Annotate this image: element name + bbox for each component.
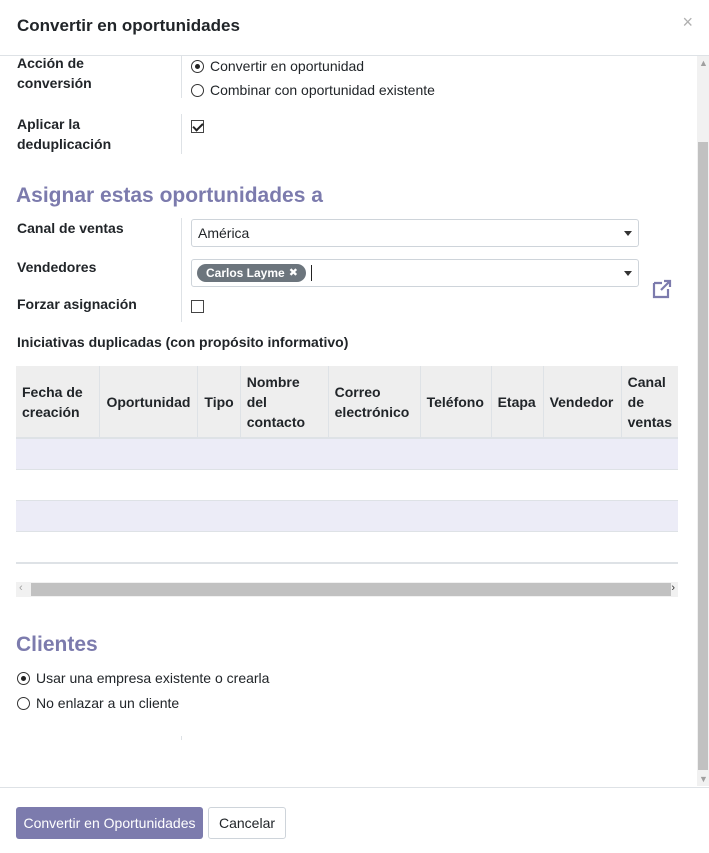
column-header-email[interactable]: Correo electrónico [328,366,421,439]
duplicates-title: Iniciativas duplicadas (con propósito in… [17,334,349,350]
column-header-text: Etapa [497,393,536,410]
dialog-title: Convertir en oportunidades [17,16,240,35]
salespeople-label: Vendedores [17,259,97,275]
table-row [16,500,678,532]
column-header-text: electrónico [334,403,410,420]
column-header-text: ventas [627,413,672,430]
radio-selected-icon[interactable] [17,671,30,685]
assign-section-title: Asignar estas oportunidades a [16,184,323,207]
table-cell [16,500,678,532]
radio-unselected-icon[interactable] [191,83,204,97]
scroll-down-icon[interactable]: ▼ [699,774,708,784]
horizontal-scrollbar[interactable]: ‹ › [16,582,678,597]
radio-no-customer-label: No enlazar a un cliente [36,695,180,711]
radio-existing-company-label: Usar una empresa existente o crearla [36,670,270,686]
table-row [16,438,678,470]
salesperson-tag-label: Carlos Layme [206,266,285,280]
sales-channel-label: Canal de ventas [17,220,124,236]
dialog-footer: Convertir en Oportunidades Cancelar [0,787,709,853]
radio-selected-icon[interactable] [191,59,204,73]
remove-tag-icon[interactable]: ✖ [289,264,298,282]
radio-existing-company[interactable]: Usar una empresa existente o crearla [17,670,269,686]
column-header-type[interactable]: Tipo [197,366,241,439]
cancel-button[interactable]: Cancelar [208,807,286,839]
field-separator [181,218,182,322]
conversion-action-label-line2: conversión [17,75,92,91]
chevron-down-icon[interactable] [624,271,632,276]
radio-no-customer[interactable]: No enlazar a un cliente [17,695,179,711]
column-header-phone[interactable]: Teléfono [420,366,492,439]
radio-convert-opportunity[interactable]: Convertir en oportunidad [191,58,364,74]
column-header-text: Oportunidad [106,393,191,410]
column-header-text: Nombre [246,373,300,390]
column-header-text: Canal [627,373,666,390]
vertical-scrollbar[interactable]: ▲ ▼ [697,56,709,786]
radio-merge-opportunity-label: Combinar con oportunidad existente [210,82,435,98]
column-header-contact-name[interactable]: Nombre del contacto [240,366,329,439]
column-header-salesperson[interactable]: Vendedor [543,366,622,439]
table-header-row: Fecha de creación Oportunidad Tipo Nombr… [16,366,678,439]
table-cell [16,469,678,501]
radio-merge-opportunity[interactable]: Combinar con oportunidad existente [191,82,435,98]
sales-channel-select[interactable]: América [191,219,639,247]
dedup-label-line1: Aplicar la [17,116,81,132]
customers-section-title: Clientes [16,633,98,656]
force-assign-checkbox[interactable] [191,300,204,313]
column-header-text: Teléfono [426,393,484,410]
convert-dialog: Convertir en oportunidades × Acción de c… [0,0,709,853]
table-footer-border [16,562,678,564]
column-header-sales-channel[interactable]: Canal de ventas [621,366,678,439]
table-row [16,469,678,501]
dedup-label: Aplicar la deduplicación [17,114,111,154]
field-separator [181,736,182,740]
sales-channel-value: América [198,225,250,241]
column-header-opportunity[interactable]: Oportunidad [99,366,199,439]
scrollbar-thumb[interactable] [698,142,708,770]
scroll-right-icon[interactable]: › [671,582,675,594]
salesperson-tag: Carlos Layme ✖ [197,264,306,282]
field-separator [181,56,182,98]
table-cell [16,531,678,563]
convert-opportunities-button[interactable]: Convertir en Oportunidades [16,807,203,839]
column-header-text: de [627,393,644,410]
external-link-icon[interactable] [651,278,673,300]
field-separator [181,114,182,154]
radio-unselected-icon[interactable] [17,696,30,710]
column-header-stage[interactable]: Etapa [491,366,544,439]
table-row [16,531,678,563]
column-header-text: del [246,393,267,410]
table-cell [16,438,678,470]
dedup-label-line2: deduplicación [17,136,112,152]
dialog-header: Convertir en oportunidades × [0,0,709,56]
column-header-text: Tipo [204,393,234,410]
column-header-created[interactable]: Fecha de creación [16,366,101,439]
chevron-down-icon[interactable] [624,231,632,236]
dedup-checkbox[interactable] [191,120,204,133]
scroll-left-icon[interactable]: ‹ [19,582,23,594]
radio-convert-opportunity-label: Convertir en oportunidad [210,58,365,74]
scrollbar-thumb[interactable] [31,583,671,596]
column-header-text: Correo [334,383,381,400]
text-cursor [311,265,312,281]
column-header-text: Vendedor [549,393,614,410]
column-header-text: Fecha de [22,383,83,400]
scroll-up-icon[interactable]: ▲ [699,58,708,68]
force-assign-label: Forzar asignación [17,296,137,312]
conversion-action-label: Acción de conversión [17,56,92,93]
salespeople-input[interactable]: Carlos Layme ✖ [191,259,639,287]
close-icon[interactable]: × [682,12,693,32]
column-header-text: creación [22,403,80,420]
conversion-action-label-line1: Acción de [17,56,84,71]
column-header-text: contacto [246,413,306,430]
